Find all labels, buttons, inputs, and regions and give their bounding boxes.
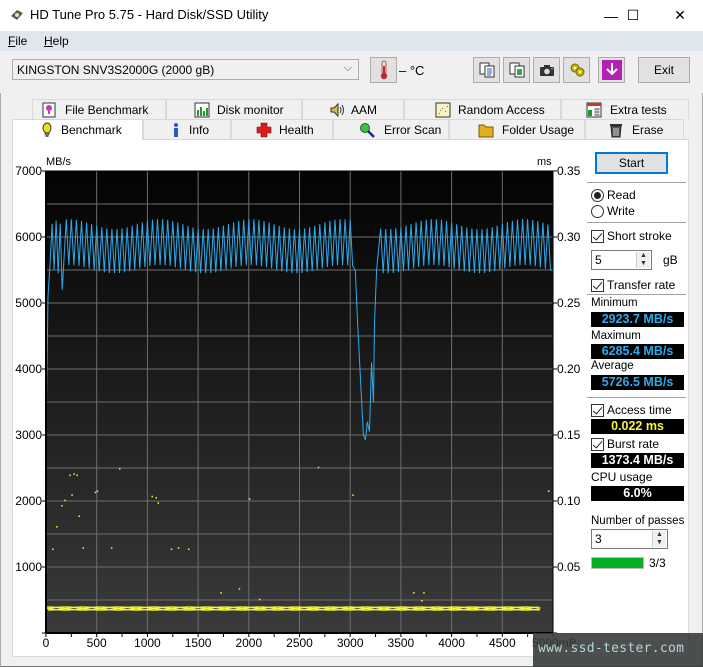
passes-label: Number of passes — [591, 515, 685, 527]
access-time-point — [537, 607, 541, 609]
access-time-point — [258, 598, 261, 601]
minimum-value: 2923.7 MB/s — [591, 312, 684, 327]
access-time-point — [536, 609, 540, 611]
watermark: www.ssd-tester.com — [533, 633, 703, 667]
cpu-usage-label: CPU usage — [591, 470, 653, 484]
start-button[interactable]: Start — [595, 152, 668, 174]
access-time-point — [317, 466, 320, 469]
divider — [587, 182, 686, 183]
access-time-point — [78, 515, 80, 518]
access-time-point — [170, 548, 173, 551]
x-tick-label: 1500 — [184, 636, 212, 650]
y2-tick-label: 0.15 — [557, 428, 581, 442]
maximum-label: Maximum — [591, 330, 641, 342]
short-stroke-size-input[interactable]: 5 ▲ ▼ — [591, 250, 652, 270]
y2-tick-label: 0.30 — [557, 230, 581, 244]
access-time-point — [547, 490, 550, 492]
passes-progress-text: 3/3 — [649, 556, 666, 570]
divider — [587, 397, 686, 398]
spinner-arrows[interactable]: ▲ ▼ — [652, 531, 666, 547]
y2-tick-label: 0.20 — [557, 362, 581, 376]
access-time-point — [71, 494, 73, 496]
access-time-point — [151, 495, 153, 498]
access-time-point — [177, 547, 180, 549]
access-time-point — [157, 502, 160, 504]
y-tick-label: 2000 — [15, 494, 42, 508]
divider — [587, 222, 686, 223]
access-time-point — [64, 499, 66, 502]
y-tick-label: 6000 — [15, 230, 42, 244]
y2-tick-label: 0.25 — [557, 296, 581, 310]
access-time-point — [82, 547, 85, 549]
burst-rate-value: 1373.4 MB/s — [591, 453, 684, 468]
burst-rate-checkbox[interactable] — [591, 438, 604, 451]
average-label: Average — [591, 360, 634, 372]
x-tick-label: 4500 — [488, 636, 516, 650]
access-time-point — [423, 592, 425, 594]
y2-tick-label: 0.35 — [557, 164, 581, 178]
benchmark-icon — [42, 122, 52, 137]
tab-benchmark[interactable]: Benchmark — [12, 119, 143, 140]
average-value: 5726.5 MB/s — [591, 375, 684, 390]
access-time-point — [61, 504, 63, 507]
passes-progress-bar — [591, 557, 644, 569]
spinner-arrows[interactable]: ▲ ▼ — [636, 252, 650, 268]
short-stroke-checkbox[interactable] — [591, 230, 604, 243]
access-time-point — [69, 474, 71, 477]
passes-input[interactable]: 3 ▲ ▼ — [591, 529, 668, 549]
y-tick-label: 1000 — [15, 560, 42, 574]
read-label: Read — [607, 188, 636, 202]
write-radio[interactable] — [591, 205, 604, 218]
access-time-point — [73, 473, 75, 475]
access-time-label: Access time — [607, 403, 672, 417]
y-tick-label: 7000 — [15, 164, 42, 178]
access-time-point — [155, 497, 158, 499]
access-time-point — [352, 494, 354, 496]
access-time-point — [248, 498, 251, 500]
x-tick-label: 3000 — [336, 636, 364, 650]
access-time-point — [413, 592, 415, 594]
access-time-point — [96, 490, 99, 492]
x-tick-label: 2000 — [235, 636, 263, 650]
y2-tick-label: 0.10 — [557, 494, 581, 508]
x-tick-label: 4000 — [438, 636, 465, 650]
access-time-point — [421, 600, 423, 602]
x-tick-label: 0 — [42, 636, 50, 650]
y-tick-label: 4000 — [15, 362, 42, 376]
y2-tick-label: 0.05 — [557, 560, 581, 574]
access-time-point — [119, 468, 121, 470]
access-time-point — [94, 491, 97, 494]
x-tick-label: 1000 — [134, 636, 161, 650]
x-tick-label: 3500 — [387, 636, 415, 650]
minimum-label: Minimum — [591, 297, 638, 309]
x-tick-label: 2500 — [286, 636, 313, 650]
access-time-value: 0.022 ms — [591, 419, 684, 434]
access-time-checkbox[interactable] — [591, 404, 604, 417]
short-stroke-unit: gB — [663, 253, 678, 267]
transfer-rate-checkbox[interactable] — [591, 279, 604, 292]
transfer-rate-label: Transfer rate — [607, 278, 676, 292]
y-tick-label: 3000 — [15, 428, 42, 442]
divider — [587, 294, 686, 295]
y2-axis-unit: ms — [537, 156, 552, 168]
write-label: Write — [607, 204, 635, 218]
y-axis-unit: MB/s — [46, 156, 72, 168]
short-stroke-label: Short stroke — [607, 229, 672, 243]
burst-rate-label: Burst rate — [607, 437, 660, 451]
access-time-point — [238, 588, 241, 590]
access-time-point — [187, 548, 190, 551]
access-time-point — [52, 548, 54, 551]
access-time-point — [110, 547, 113, 549]
cpu-usage-value: 6.0% — [591, 486, 684, 501]
access-time-point — [56, 526, 58, 528]
x-tick-label: 500 — [86, 636, 107, 650]
access-time-point — [76, 474, 78, 477]
maximum-value: 6285.4 MB/s — [591, 344, 684, 359]
y-tick-label: 5000 — [15, 296, 42, 310]
read-radio[interactable] — [591, 189, 604, 202]
access-time-point — [220, 592, 222, 594]
